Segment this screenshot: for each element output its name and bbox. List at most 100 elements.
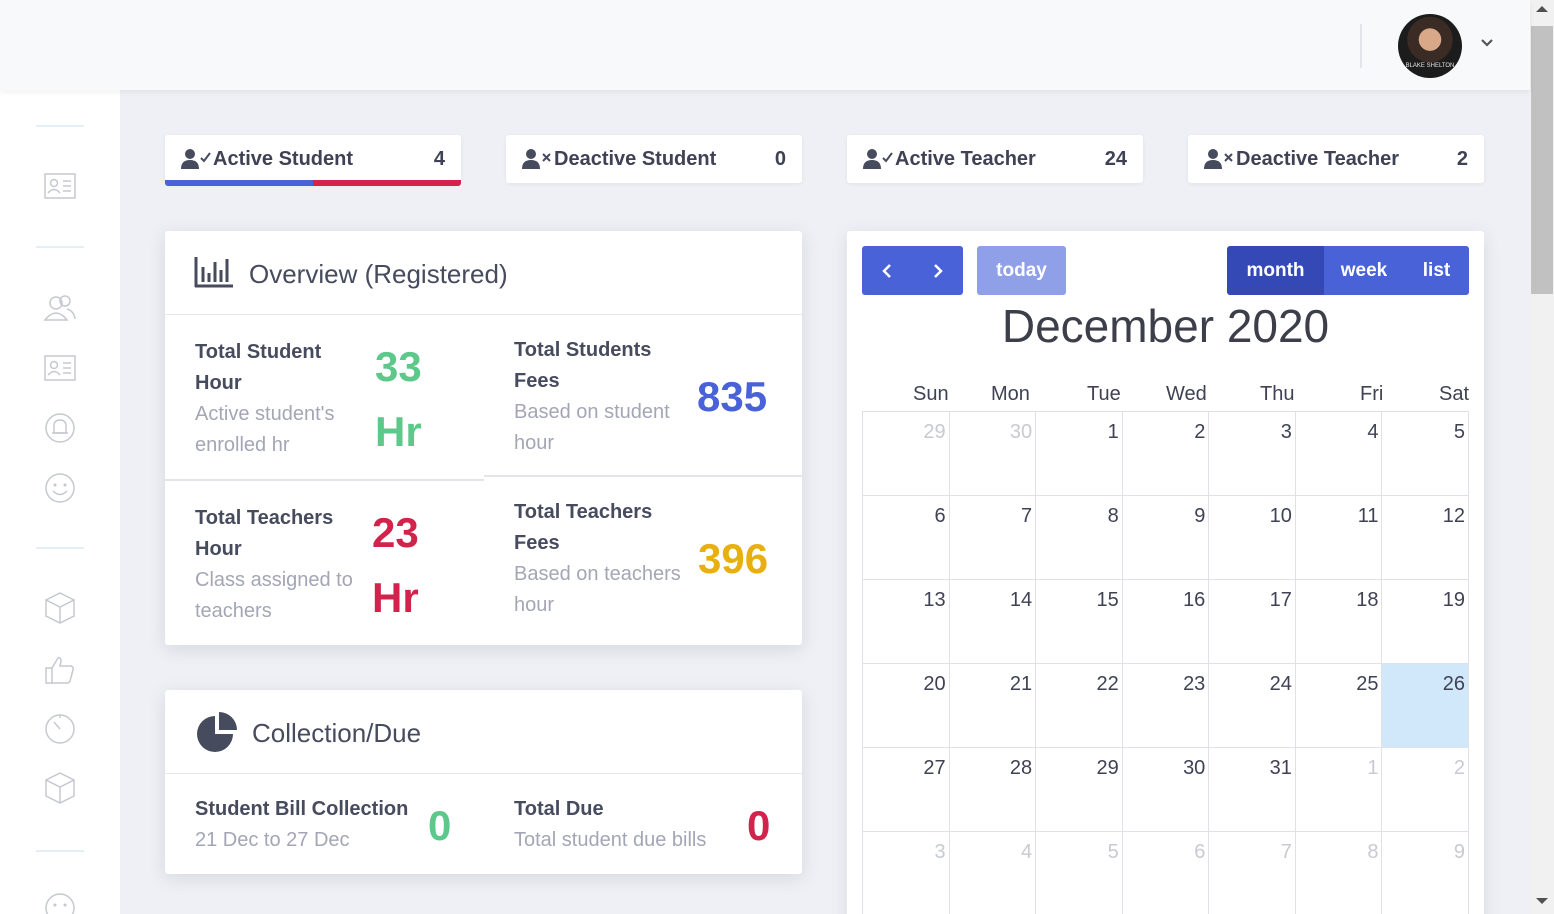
calendar-day[interactable]: 28 xyxy=(949,748,1037,832)
scroll-down-arrow-icon[interactable] xyxy=(1536,898,1548,904)
prev-button[interactable] xyxy=(862,246,912,295)
calendar-day[interactable]: 30 xyxy=(949,412,1037,496)
smile-icon[interactable] xyxy=(42,890,78,914)
box-icon[interactable] xyxy=(42,770,78,806)
weekday-header: Thu xyxy=(1260,383,1295,405)
calendar-day[interactable]: 17 xyxy=(1209,580,1296,664)
calendar-day[interactable]: 10 xyxy=(1209,496,1296,580)
sidebar-divider xyxy=(36,125,84,127)
users-icon[interactable] xyxy=(42,290,78,326)
weekday-header: Sat xyxy=(1439,383,1470,405)
calendar-day[interactable]: 29 xyxy=(1036,748,1123,832)
calendar-day[interactable]: 1 xyxy=(1295,748,1383,832)
metric-divider xyxy=(165,479,484,481)
calendar-day[interactable]: 11 xyxy=(1295,496,1383,580)
calendar-day[interactable]: 7 xyxy=(1209,832,1296,914)
avatar[interactable]: BLAKE SHELTON xyxy=(1398,14,1462,78)
today-button[interactable]: today xyxy=(977,246,1066,295)
metric-subtitle: enrolled hr xyxy=(195,434,290,456)
box-icon[interactable] xyxy=(42,590,78,626)
calendar-day[interactable]: 25 xyxy=(1295,664,1383,748)
next-button[interactable] xyxy=(912,246,963,295)
collection-title: Collection/Due xyxy=(252,718,422,748)
calendar-day[interactable]: 12 xyxy=(1382,496,1470,580)
metric-title: Total Student xyxy=(195,341,322,363)
bell-icon[interactable] xyxy=(42,410,78,446)
calendar-day[interactable]: 9 xyxy=(1382,832,1470,914)
calendar-day[interactable]: 21 xyxy=(949,664,1037,748)
calendar-day[interactable]: 5 xyxy=(1382,412,1470,496)
metric-title: Total Due xyxy=(514,798,604,820)
pie-chart-icon xyxy=(197,712,237,752)
thumbs-up-icon[interactable] xyxy=(42,652,78,688)
calendar-day[interactable]: 15 xyxy=(1036,580,1123,664)
user-times-icon xyxy=(1204,149,1233,169)
calendar-day[interactable]: 7 xyxy=(949,496,1037,580)
calendar-day[interactable]: 16 xyxy=(1122,580,1210,664)
metric-title: Total Teachers xyxy=(195,507,334,529)
stat-label: Deactive Student xyxy=(554,148,717,170)
calendar-day[interactable]: 27 xyxy=(863,748,950,832)
avatar-signature: BLAKE SHELTON xyxy=(1405,63,1455,69)
metric-title: Hour xyxy=(195,538,242,560)
calendar-day[interactable]: 1 xyxy=(1036,412,1123,496)
stat-underline xyxy=(165,180,461,186)
calendar-day[interactable]: 8 xyxy=(1036,496,1123,580)
calendar-day[interactable]: 5 xyxy=(1036,832,1123,914)
calendar-day[interactable]: 20 xyxy=(863,664,950,748)
calendar-day[interactable]: 13 xyxy=(863,580,950,664)
metric-subtitle: hour xyxy=(514,432,555,454)
calendar-day[interactable]: 23 xyxy=(1122,664,1210,748)
calendar-day[interactable]: 4 xyxy=(950,832,1037,914)
stat-active-student[interactable]: Active Student 4 xyxy=(165,135,461,186)
user-check-icon xyxy=(863,149,893,169)
stat-active-teacher[interactable]: Active Teacher 24 xyxy=(847,135,1143,183)
calendar-day[interactable]: 2 xyxy=(1382,748,1470,832)
calendar-day-today[interactable]: 26 xyxy=(1382,664,1470,748)
stat-deactive-teacher[interactable]: Deactive Teacher 2 xyxy=(1188,135,1484,183)
metric-unit: Hr xyxy=(372,574,419,621)
weekday-header: Wed xyxy=(1166,383,1207,405)
metric-subtitle: hour xyxy=(514,594,555,616)
stat-deactive-student[interactable]: Deactive Student 0 xyxy=(506,135,802,183)
calendar-day[interactable]: 29 xyxy=(863,412,950,496)
chevron-down-icon[interactable] xyxy=(1476,32,1498,54)
calendar-week: 3 4 5 6 7 8 9 xyxy=(863,832,1470,914)
calendar-day[interactable]: 31 xyxy=(1209,748,1296,832)
metric-subtitle: 21 Dec to 27 Dec xyxy=(195,829,350,851)
timer-icon[interactable] xyxy=(42,710,78,746)
calendar-day[interactable]: 6 xyxy=(863,496,950,580)
stat-label: Active Student xyxy=(213,148,354,170)
sidebar xyxy=(0,90,120,914)
calendar-day[interactable]: 30 xyxy=(1122,748,1210,832)
metric-value: 835 xyxy=(697,373,768,420)
id-card-icon[interactable] xyxy=(42,168,78,204)
calendar-day[interactable]: 8 xyxy=(1296,832,1383,914)
calendar-day[interactable]: 18 xyxy=(1295,580,1383,664)
calendar: today month week list December 2020 Sun … xyxy=(847,231,1484,914)
sidebar-divider xyxy=(36,547,84,549)
smile-icon[interactable] xyxy=(42,470,78,506)
metric-subtitle: Based on student xyxy=(514,401,670,423)
collection-header: Collection/Due xyxy=(165,690,802,774)
calendar-week: 29 30 1 2 3 4 5 xyxy=(863,412,1470,496)
metric-divider xyxy=(484,475,802,477)
calendar-day[interactable]: 6 xyxy=(1123,832,1210,914)
overview-header: Overview (Registered) xyxy=(165,231,802,315)
calendar-day[interactable]: 14 xyxy=(949,580,1037,664)
calendar-day[interactable]: 24 xyxy=(1209,664,1296,748)
view-month-button[interactable]: month xyxy=(1227,246,1324,295)
calendar-day[interactable]: 9 xyxy=(1122,496,1210,580)
calendar-day[interactable]: 22 xyxy=(1036,664,1123,748)
calendar-day[interactable]: 2 xyxy=(1122,412,1210,496)
view-list-button[interactable]: list xyxy=(1404,246,1469,295)
scrollbar-thumb[interactable] xyxy=(1531,26,1553,294)
scroll-up-arrow-icon[interactable] xyxy=(1536,6,1548,12)
id-card-icon[interactable] xyxy=(42,350,78,386)
calendar-day[interactable]: 3 xyxy=(863,832,950,914)
view-week-button[interactable]: week xyxy=(1324,246,1404,295)
calendar-day[interactable]: 3 xyxy=(1209,412,1296,496)
calendar-day[interactable]: 19 xyxy=(1382,580,1470,664)
metric-title: Total Teachers xyxy=(514,501,653,523)
calendar-day[interactable]: 4 xyxy=(1295,412,1383,496)
